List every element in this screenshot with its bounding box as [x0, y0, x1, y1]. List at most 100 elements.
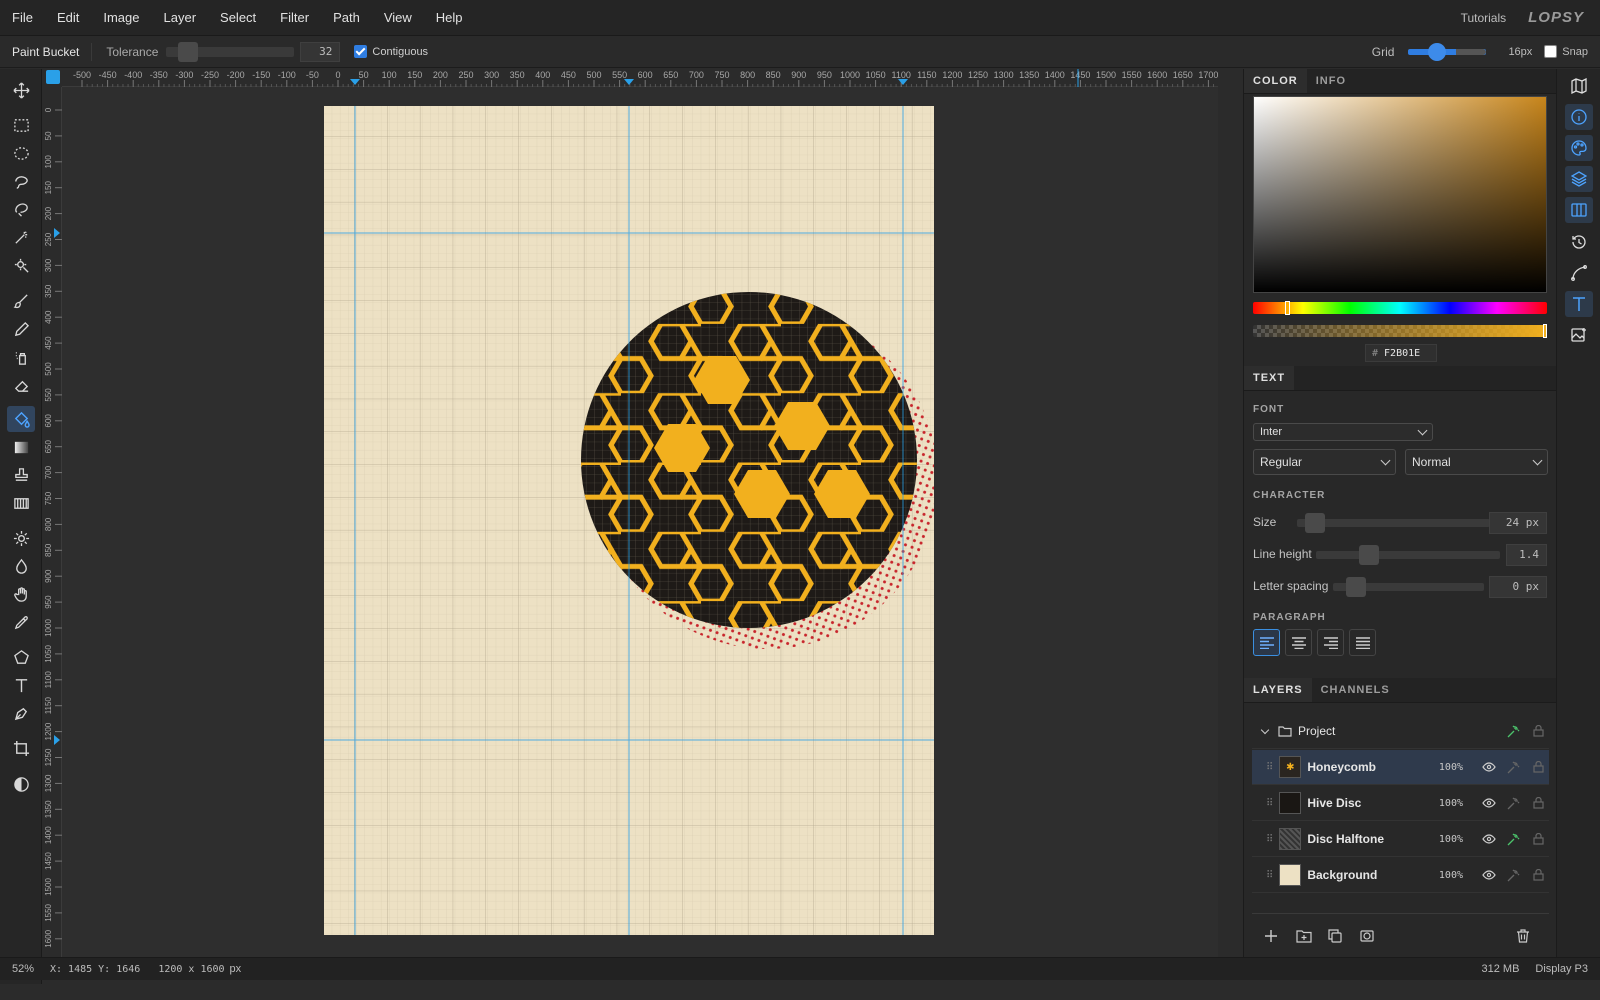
fx-active-icon[interactable]: [1506, 724, 1520, 738]
info-panel-button[interactable]: [1565, 104, 1593, 130]
rect-select-tool[interactable]: [7, 112, 35, 138]
dodge-tool[interactable]: [7, 525, 35, 551]
letter-spacing-slider[interactable]: [1333, 577, 1484, 597]
menu-layer[interactable]: Layer: [152, 0, 209, 36]
eye-icon[interactable]: [1482, 796, 1496, 810]
add-group-button[interactable]: [1296, 929, 1312, 946]
eye-icon[interactable]: [1482, 832, 1496, 846]
quick-select-tool[interactable]: [7, 252, 35, 278]
tolerance-value[interactable]: 32: [300, 41, 341, 62]
layer-group-project[interactable]: Project: [1252, 714, 1549, 749]
hue-slider[interactable]: [1253, 301, 1547, 315]
chevron-down-icon[interactable]: [1260, 725, 1270, 734]
tab-color[interactable]: COLOR: [1244, 69, 1307, 93]
drag-handle-icon[interactable]: ⠿: [1266, 798, 1273, 809]
horizontal-ruler[interactable]: -500 -450 -400 -350 -300 -250 -200 -150 -100 -50 0…: [62, 69, 1218, 87]
layer-opacity[interactable]: 100%: [1439, 762, 1463, 773]
ruler-corner[interactable]: [42, 69, 62, 87]
pattern-tool[interactable]: [7, 490, 35, 516]
tolerance-slider[interactable]: [166, 41, 295, 62]
layer-row-background[interactable]: ⠿ Background 100%: [1252, 858, 1549, 893]
duplicate-layer-button[interactable]: [1328, 929, 1342, 946]
color-field[interactable]: [1253, 96, 1547, 293]
lock-icon[interactable]: [1531, 760, 1545, 774]
guide-marker[interactable]: [54, 228, 60, 238]
menu-path[interactable]: Path: [321, 0, 372, 36]
channels-panel-button[interactable]: [1565, 197, 1593, 223]
tab-text[interactable]: TEXT: [1244, 366, 1295, 390]
gradient-tool[interactable]: [7, 434, 35, 460]
spray-tool[interactable]: [7, 344, 35, 370]
line-height-slider-knob[interactable]: [1359, 545, 1379, 565]
font-style-select[interactable]: Normal: [1405, 449, 1548, 475]
mask-layer-button[interactable]: [1360, 929, 1374, 946]
layer-opacity[interactable]: 100%: [1439, 870, 1463, 881]
canvas-workspace[interactable]: [62, 87, 1218, 957]
layer-row-hive-disc[interactable]: ⠿ Hive Disc 100%: [1252, 786, 1549, 821]
letter-spacing-value[interactable]: 0 px: [1489, 576, 1547, 598]
size-slider[interactable]: [1297, 513, 1490, 533]
history-panel-button[interactable]: [1565, 229, 1593, 255]
pen-tool[interactable]: [7, 700, 35, 726]
pencil-tool[interactable]: [7, 316, 35, 342]
lock-icon[interactable]: [1531, 724, 1545, 738]
line-height-value[interactable]: 1.4: [1506, 544, 1547, 566]
shape-tool[interactable]: [7, 644, 35, 670]
align-justify-button[interactable]: [1349, 629, 1376, 656]
letter-spacing-slider-knob[interactable]: [1346, 577, 1366, 597]
guide-marker[interactable]: [624, 79, 634, 85]
lock-icon[interactable]: [1531, 868, 1545, 882]
fx-icon[interactable]: [1506, 796, 1520, 810]
tab-layers[interactable]: LAYERS: [1244, 678, 1312, 702]
grid-size-slider[interactable]: [1408, 42, 1487, 61]
drag-handle-icon[interactable]: ⠿: [1266, 834, 1273, 845]
alpha-slider-handle[interactable]: [1543, 324, 1547, 338]
tolerance-slider-knob[interactable]: [178, 41, 199, 62]
delete-layer-button[interactable]: [1516, 929, 1530, 946]
text-tool[interactable]: [7, 672, 35, 698]
size-value[interactable]: 24 px: [1489, 512, 1547, 534]
magic-wand-tool[interactable]: [7, 224, 35, 250]
layers-panel-button[interactable]: [1565, 166, 1593, 192]
align-right-button[interactable]: [1317, 629, 1344, 656]
menu-filter[interactable]: Filter: [268, 0, 321, 36]
zoom-level[interactable]: 52%: [12, 963, 42, 975]
guide-marker[interactable]: [54, 735, 60, 745]
hue-slider-handle[interactable]: [1285, 301, 1290, 315]
text-panel-button[interactable]: [1565, 291, 1593, 317]
brush-tool[interactable]: [7, 288, 35, 314]
drag-handle-icon[interactable]: ⠿: [1266, 870, 1273, 881]
menu-file[interactable]: File: [0, 0, 45, 36]
tab-channels[interactable]: CHANNELS: [1312, 678, 1399, 702]
align-center-button[interactable]: [1285, 629, 1312, 656]
menu-edit[interactable]: Edit: [45, 0, 91, 36]
font-family-select[interactable]: Inter: [1253, 423, 1433, 441]
document-canvas[interactable]: [324, 106, 934, 935]
snap-checkbox[interactable]: [1544, 45, 1558, 58]
layer-opacity[interactable]: 100%: [1439, 834, 1463, 845]
size-slider-knob[interactable]: [1305, 513, 1325, 533]
image-panel-button[interactable]: [1565, 322, 1593, 348]
font-weight-select[interactable]: Regular: [1253, 449, 1396, 475]
menu-view[interactable]: View: [372, 0, 424, 36]
color-panel-button[interactable]: [1565, 135, 1593, 161]
menu-image[interactable]: Image: [91, 0, 151, 36]
ellipse-select-tool[interactable]: [7, 140, 35, 166]
paths-panel-button[interactable]: [1565, 260, 1593, 286]
menu-help[interactable]: Help: [424, 0, 475, 36]
vertical-ruler[interactable]: 0 50 100 150 200 250 300 350 400 450 500 550 600 650 7…: [42, 87, 62, 957]
layer-row-honeycomb[interactable]: ⠿ ✱ Honeycomb 100%: [1252, 750, 1549, 785]
eyedropper-tool[interactable]: [7, 609, 35, 635]
align-left-button[interactable]: [1253, 629, 1280, 656]
eye-icon[interactable]: [1482, 868, 1496, 882]
navigator-panel-button[interactable]: [1565, 73, 1593, 99]
move-tool[interactable]: [7, 77, 35, 103]
contrast-tool[interactable]: [7, 771, 35, 797]
menu-select[interactable]: Select: [208, 0, 268, 36]
blur-tool[interactable]: [7, 553, 35, 579]
alpha-slider[interactable]: [1253, 324, 1547, 338]
paint-bucket-tool[interactable]: [7, 406, 35, 432]
tutorials-link[interactable]: Tutorials: [1461, 11, 1507, 25]
line-height-slider[interactable]: [1316, 545, 1500, 565]
grid-size-slider-knob[interactable]: [1428, 42, 1447, 61]
